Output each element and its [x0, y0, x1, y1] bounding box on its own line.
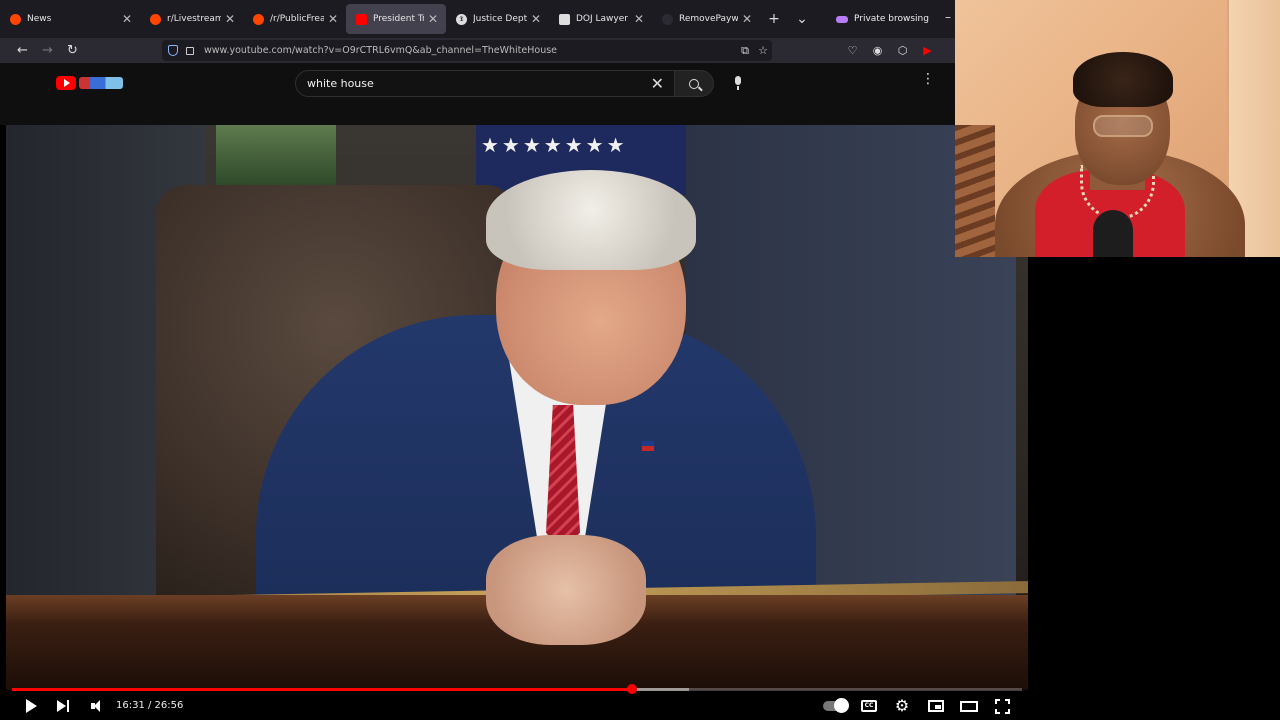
more-options-icon[interactable]: ⋮ [921, 72, 935, 86]
search-button[interactable] [675, 70, 714, 97]
autoplay-toggle[interactable] [822, 698, 849, 714]
new-tab-plus-icon[interactable]: + [760, 11, 788, 27]
tab-doj-lawyer[interactable]: DOJ Lawyer Erez ✕ [549, 4, 652, 34]
player-controls: 16:31 / 26:56 CC ⚙ [0, 693, 1028, 720]
next-button[interactable] [56, 698, 70, 714]
video-player[interactable]: ★★★★★★★ [6, 125, 1028, 690]
close-icon[interactable]: ✕ [328, 12, 338, 26]
url-text[interactable]: www.youtube.com/watch?v=O9rCTRL6vmQ&ab_c… [204, 45, 736, 56]
private-browsing-indicator: Private browsing [836, 14, 929, 24]
reddit-icon [10, 13, 21, 25]
volume-icon [90, 700, 100, 712]
nyt-icon: 𝕿 [456, 13, 467, 25]
play-icon [25, 699, 37, 713]
tab-title: News [27, 14, 52, 24]
youtube-icon [356, 13, 367, 25]
removepaywall-icon [662, 13, 673, 25]
mute-button[interactable] [88, 698, 102, 714]
video-progress-bar[interactable] [12, 684, 1022, 694]
video-window-scene [216, 125, 336, 185]
minimize-icon[interactable]: – [945, 10, 951, 24]
played-bar [12, 688, 633, 691]
reddit-icon [253, 13, 264, 25]
screen: News ✕ r/LivestreamFail ✕ /r/PublicFreak… [0, 0, 1280, 720]
close-icon[interactable]: ✕ [225, 12, 235, 26]
video-speaker-hair [486, 170, 696, 270]
tab-title: DOJ Lawyer Erez [576, 14, 630, 24]
miniplayer-button[interactable] [928, 698, 944, 714]
private-browsing-label: Private browsing [854, 14, 929, 24]
browser-tab-strip: News ✕ r/LivestreamFail ✕ /r/PublicFreak… [0, 0, 955, 38]
reload-icon[interactable]: ↻ [60, 43, 85, 58]
close-icon[interactable]: ✕ [742, 12, 752, 26]
youtube-doodle-icon [79, 77, 123, 89]
toolbar-icons: ♡ ◉ ⬡ ▶ [840, 38, 940, 63]
back-arrow-icon[interactable]: ← [10, 43, 35, 58]
shield-icon[interactable] [168, 45, 178, 56]
youtube-logo[interactable] [56, 75, 124, 91]
subtitles-button[interactable]: CC [861, 698, 877, 714]
extensions-icon[interactable]: ⬡ [890, 44, 915, 57]
tab-title: r/LivestreamFail [167, 14, 221, 24]
search-icon [689, 78, 699, 89]
news-icon [559, 13, 570, 25]
next-icon [57, 700, 69, 712]
search-input-value[interactable]: white house [307, 77, 374, 90]
picture-in-picture-icon[interactable]: ⧉ [736, 44, 754, 58]
webcam-person-hair [1073, 52, 1173, 107]
youtube-header: white house ✕ ⋮ [0, 63, 955, 125]
lock-icon[interactable] [186, 46, 194, 55]
browser-nav-bar: ← → ↻ www.youtube.com/watch?v=O9rCTRL6vm… [0, 38, 955, 63]
time-display: 16:31 / 26:56 [116, 700, 184, 711]
cc-icon: CC [861, 700, 877, 712]
webcam-glasses [1093, 115, 1153, 137]
miniplayer-icon [928, 700, 944, 712]
tab-title: /r/PublicFreakout [270, 14, 324, 24]
fullscreen-icon [995, 698, 1010, 714]
search-input[interactable]: white house ✕ [295, 70, 675, 97]
list-tabs-chevron-icon[interactable]: ⌄ [788, 11, 816, 27]
tab-publicfreakout[interactable]: /r/PublicFreakout ✕ [243, 4, 346, 34]
video-flag-stars: ★★★★★★★ [481, 133, 628, 157]
tab-president-trump[interactable]: President Trump ✕ [346, 4, 446, 34]
tab-title: President Trump [373, 14, 424, 24]
reddit-icon [150, 13, 161, 25]
tab-title: RemovePaywall | [679, 14, 738, 24]
microphone-icon[interactable] [734, 76, 742, 90]
close-icon[interactable]: ✕ [634, 12, 644, 26]
autoplay-icon [823, 698, 849, 713]
fullscreen-button[interactable] [995, 698, 1010, 714]
settings-button[interactable]: ⚙ [894, 698, 910, 714]
star-icon[interactable]: ☆ [754, 44, 772, 57]
theater-mode-button[interactable] [960, 698, 978, 714]
webcam-hat-rack [955, 125, 995, 257]
youtube-play-logo-icon [56, 76, 76, 90]
webcam-microphone [1093, 210, 1133, 257]
private-mask-icon [836, 15, 848, 23]
forward-arrow-icon[interactable]: → [35, 43, 60, 58]
tab-removepaywall[interactable]: RemovePaywall | ✕ [652, 4, 760, 34]
account-icon[interactable]: ◉ [865, 44, 890, 57]
gear-icon: ⚙ [894, 696, 910, 715]
webcam-overlay [955, 0, 1280, 257]
tab-news[interactable]: News ✕ [0, 4, 140, 34]
clear-search-icon[interactable]: ✕ [651, 74, 664, 93]
play-button[interactable] [24, 698, 38, 714]
tab-livestreamfail[interactable]: r/LivestreamFail ✕ [140, 4, 243, 34]
close-icon[interactable]: ✕ [122, 12, 132, 26]
pocket-icon[interactable]: ♡ [840, 44, 865, 57]
tab-justice-dept[interactable]: 𝕿 Justice Dept. Acc ✕ [446, 4, 549, 34]
url-bar[interactable]: www.youtube.com/watch?v=O9rCTRL6vmQ&ab_c… [162, 40, 772, 61]
close-icon[interactable]: ✕ [531, 12, 541, 26]
tab-title: Justice Dept. Acc [473, 14, 527, 24]
flag-pin-icon [642, 441, 654, 451]
video-speaker-hands [486, 535, 646, 645]
youtube-extension-icon[interactable]: ▶ [915, 44, 940, 57]
theater-icon [960, 700, 978, 712]
close-icon[interactable]: ✕ [428, 12, 438, 26]
